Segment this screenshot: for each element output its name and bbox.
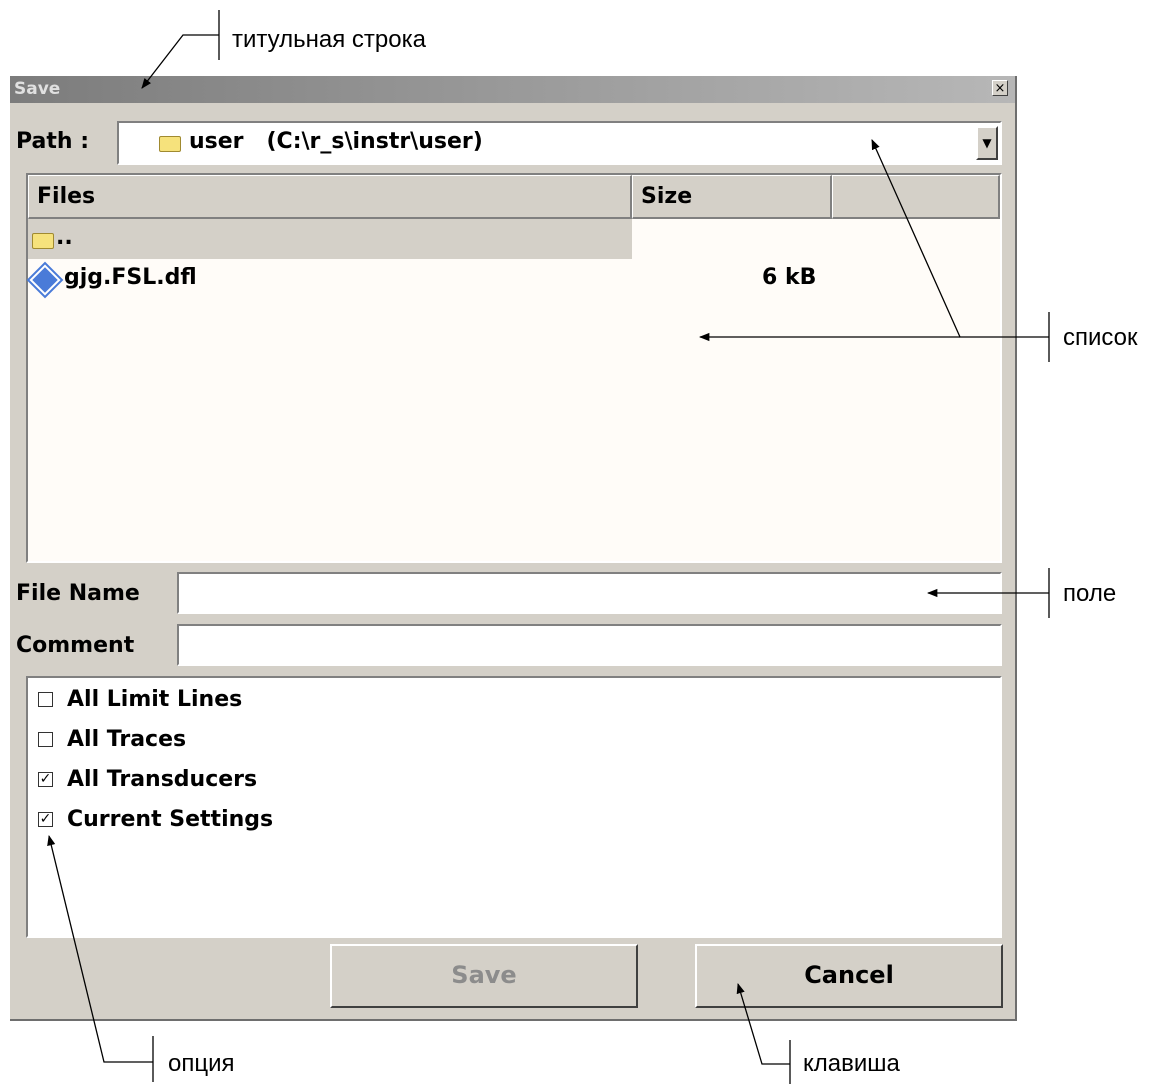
title-bar[interactable]: Save × xyxy=(10,76,1015,103)
option-label: All Limit Lines xyxy=(67,686,243,712)
save-dialog: Save × Path : user (C:\r_s\instr\user) ▼… xyxy=(10,76,1017,1021)
chevron-down-icon[interactable]: ▼ xyxy=(976,126,998,160)
comment-field[interactable] xyxy=(177,624,1002,666)
option-label: Current Settings xyxy=(67,806,274,832)
option-all-traces[interactable]: All Traces xyxy=(38,722,186,756)
callout-field: поле xyxy=(1063,580,1117,607)
path-dropdown[interactable]: user (C:\r_s\instr\user) ▼ xyxy=(117,121,1002,165)
dialog-title: Save xyxy=(14,79,61,99)
cancel-button[interactable]: Cancel xyxy=(695,944,1003,1008)
checkbox-all-limit-lines[interactable] xyxy=(38,691,53,707)
checkbox-all-traces[interactable] xyxy=(38,731,53,747)
option-label: All Traces xyxy=(67,726,187,752)
table-row[interactable]: gjg.FSL.dfl 6 kB xyxy=(28,259,1000,299)
dfl-file-icon xyxy=(29,264,61,296)
close-icon[interactable]: × xyxy=(992,80,1008,96)
checkbox-all-transducers[interactable]: ✓ xyxy=(38,771,53,787)
column-header-empty[interactable] xyxy=(832,175,1000,219)
callout-option: опция xyxy=(168,1050,235,1077)
file-list[interactable]: Files Size .. gjg.FSL.dfl 6 kB xyxy=(26,173,1002,563)
path-label: Path : xyxy=(16,129,90,154)
path-value: user (C:\r_s\instr\user) xyxy=(189,129,483,154)
column-header-files[interactable]: Files xyxy=(28,175,632,219)
table-row[interactable]: .. xyxy=(28,219,632,259)
folder-icon xyxy=(159,136,181,152)
save-button[interactable]: Save xyxy=(330,944,638,1008)
folder-icon xyxy=(32,233,54,249)
column-header-size[interactable]: Size xyxy=(632,175,832,219)
option-all-limit-lines[interactable]: All Limit Lines xyxy=(38,682,242,716)
file-size-cell: 6 kB xyxy=(762,265,817,290)
file-name-cell: .. xyxy=(56,225,73,250)
option-current-settings[interactable]: ✓ Current Settings xyxy=(38,802,273,836)
comment-label: Comment xyxy=(16,633,135,658)
callout-title-bar: титульная строка xyxy=(232,26,426,53)
option-all-transducers[interactable]: ✓ All Transducers xyxy=(38,762,257,796)
file-name-cell: gjg.FSL.dfl xyxy=(64,265,197,290)
options-list: All Limit Lines All Traces ✓ All Transdu… xyxy=(26,676,1002,938)
callout-list: список xyxy=(1063,324,1138,351)
checkbox-current-settings[interactable]: ✓ xyxy=(38,811,53,827)
file-name-field[interactable] xyxy=(177,572,1002,614)
callout-key: клавиша xyxy=(803,1050,900,1077)
option-label: All Transducers xyxy=(67,766,258,792)
file-name-label: File Name xyxy=(16,581,140,606)
